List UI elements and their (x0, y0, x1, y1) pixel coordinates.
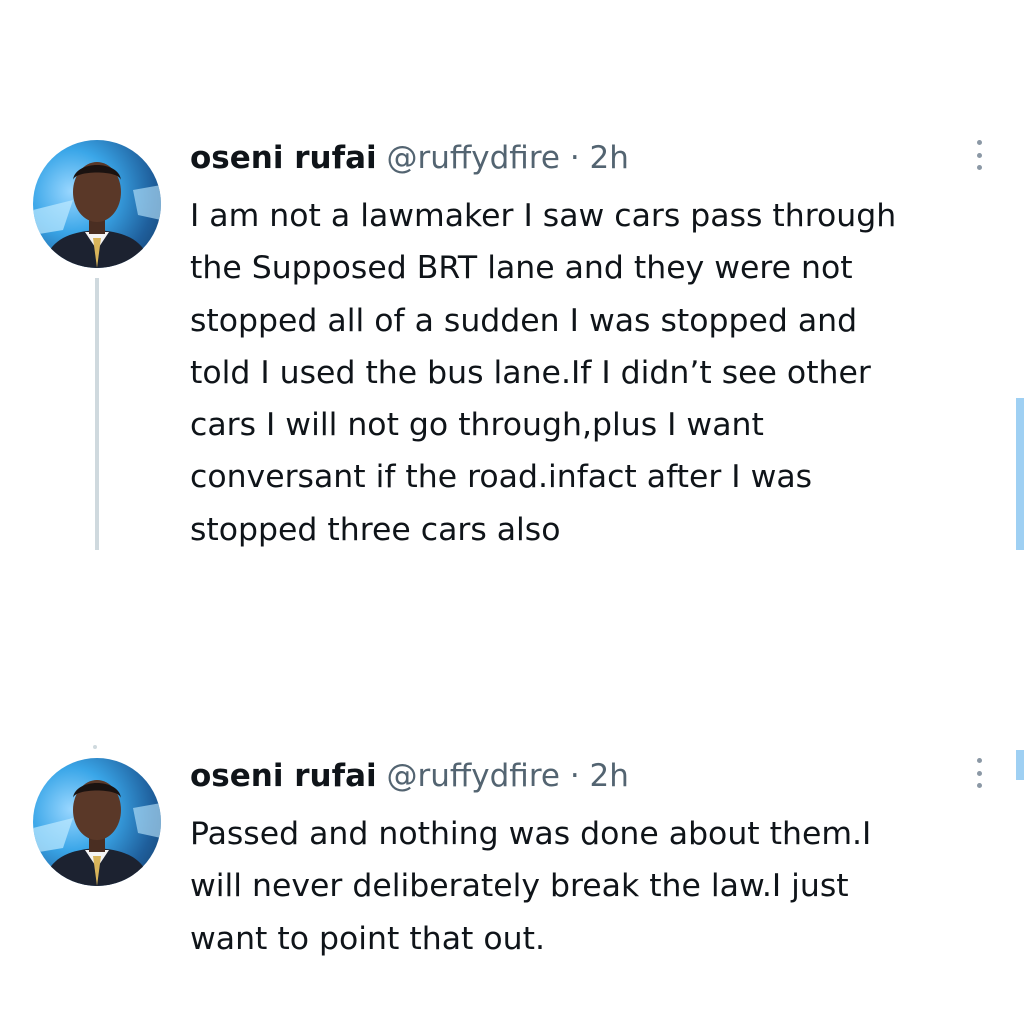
tweet-header: oseni rufai @ruffydfire · 2h (190, 138, 629, 178)
avatar-photo (33, 162, 161, 268)
tweet-text: I am not a lawmaker I saw cars pass thro… (190, 198, 897, 548)
author-name[interactable]: oseni rufai (190, 140, 377, 176)
more-vertical-icon[interactable] (974, 758, 984, 788)
more-vertical-icon[interactable] (974, 140, 984, 170)
avatar[interactable] (33, 140, 161, 268)
thread-connector-dot (93, 745, 97, 749)
separator-dot: · (569, 140, 580, 176)
thread-line (95, 278, 99, 550)
tweet-header: oseni rufai @ruffydfire · 2h (190, 756, 629, 796)
scroll-edge-indicator (1016, 398, 1024, 550)
timestamp[interactable]: 2h (590, 758, 629, 794)
avatar-photo (33, 780, 161, 886)
author-name[interactable]: oseni rufai (190, 758, 377, 794)
tweet[interactable]: oseni rufai @ruffydfire · 2h Passed and … (0, 748, 1024, 988)
author-handle[interactable]: @ruffydfire (387, 140, 560, 176)
avatar[interactable] (33, 758, 161, 886)
timestamp[interactable]: 2h (590, 140, 629, 176)
tweet-text: Passed and nothing was done about them.I… (190, 816, 872, 957)
tweet[interactable]: oseni rufai @ruffydfire · 2h I am not a … (0, 130, 1024, 560)
separator-dot: · (569, 758, 580, 794)
author-handle[interactable]: @ruffydfire (387, 758, 560, 794)
scroll-edge-indicator (1016, 750, 1024, 780)
